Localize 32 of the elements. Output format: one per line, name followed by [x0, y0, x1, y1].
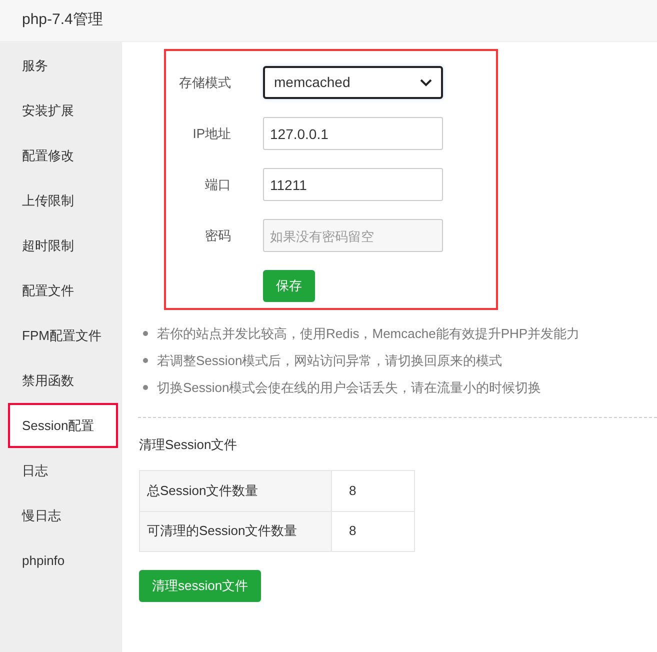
tip-text: 切换Session模式会使在线的用户会话丢失，请在流量小的时候切换: [157, 379, 542, 397]
sidebar-item[interactable]: Session配置: [8, 403, 118, 448]
field-label: 存储模式: [178, 74, 231, 92]
sidebar-item[interactable]: 禁用函数: [0, 358, 122, 403]
bullet-icon: [143, 331, 148, 336]
sidebar-item[interactable]: 上传限制: [0, 178, 122, 223]
window-title: php-7.4管理: [22, 10, 103, 30]
sidebar-item[interactable]: FPM配置文件: [0, 313, 122, 358]
field-label: 端口: [204, 176, 231, 194]
storage-mode-select[interactable]: memcached: [263, 66, 443, 99]
sidebar-item[interactable]: phpinfo: [0, 538, 122, 583]
bullet-icon: [143, 385, 148, 390]
chevron-down-icon: [420, 78, 432, 86]
sidebar-item[interactable]: 配置文件: [0, 268, 122, 313]
section-title: 清理Session文件: [139, 436, 238, 454]
sidebar-item[interactable]: 慢日志: [0, 493, 122, 538]
sidebar-item[interactable]: 超时限制: [0, 223, 122, 268]
tip-text: 若你的站点并发比较高，使用Redis，Memcache能有效提升PHP并发能力: [157, 325, 580, 343]
bullet-icon: [143, 358, 148, 363]
input-field[interactable]: 11211: [263, 168, 443, 201]
sidebar-item[interactable]: 服务: [0, 43, 122, 88]
tip-text: 若调整Session模式后，网站访问异常，请切换回原来的模式: [157, 352, 502, 370]
table-cell: 可清理的Session文件数量: [140, 512, 332, 550]
sidebar-item[interactable]: 配置修改: [0, 133, 122, 178]
table-cell-text: 8: [348, 522, 358, 540]
field-label: IP地址: [192, 124, 231, 143]
input-field[interactable]: 127.0.0.1: [263, 117, 443, 150]
table-cell-text: 8: [348, 482, 358, 500]
table-cell: 总Session文件数量: [140, 470, 332, 510]
sidebar-item[interactable]: 日志: [0, 448, 122, 493]
sidebar-item[interactable]: 安装扩展: [0, 88, 122, 133]
field-label: 密码: [204, 226, 231, 245]
